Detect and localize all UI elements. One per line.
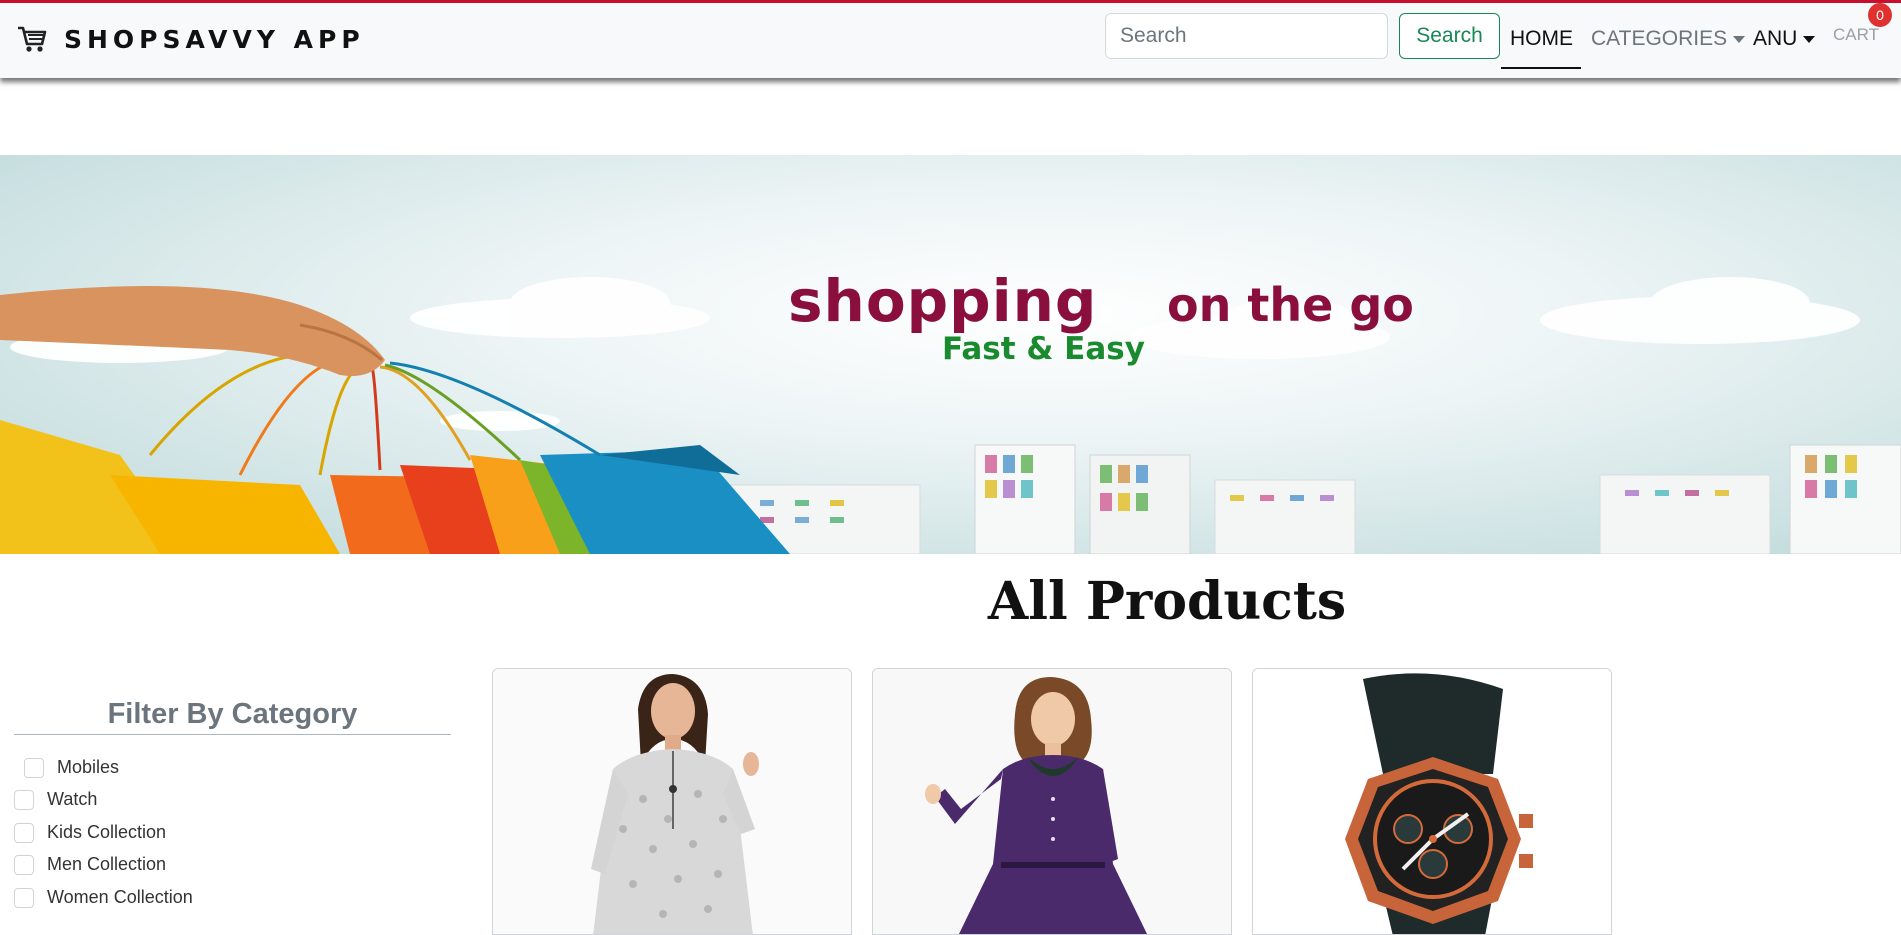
nav-home-link[interactable]: HOME <box>1510 27 1573 51</box>
nav-categories-dropdown[interactable]: CATEGORIES <box>1591 27 1746 51</box>
brand-name: SHOPSAVVY APP <box>64 24 365 54</box>
product-image-purple-dress <box>873 669 1231 934</box>
banner-subline: Fast & Easy <box>942 331 1145 367</box>
active-nav-indicator <box>1501 67 1581 69</box>
filter-item-label: Mobiles <box>57 757 120 777</box>
nav-cart-link[interactable]: CART <box>1833 25 1879 45</box>
nav-user-label: ANU <box>1753 27 1798 50</box>
banner-headline-rest: on the go <box>1167 278 1414 332</box>
product-image-watch <box>1253 669 1611 934</box>
filter-divider <box>14 734 451 735</box>
nav-categories-label: CATEGORIES <box>1591 27 1728 50</box>
checkbox[interactable] <box>14 789 34 810</box>
products-heading: All Products <box>987 571 1347 632</box>
search-input[interactable] <box>1105 13 1388 59</box>
search-button[interactable]: Search <box>1399 13 1500 59</box>
filter-item-mobiles[interactable]: Mobiles <box>24 757 119 778</box>
brand-link[interactable]: SHOPSAVVY APP <box>16 23 365 55</box>
product-card[interactable] <box>1252 668 1612 935</box>
nav-user-dropdown[interactable]: ANU <box>1753 27 1816 51</box>
checkbox[interactable] <box>14 822 34 843</box>
filter-item-men-collection[interactable]: Men Collection <box>14 854 166 875</box>
cart-count-badge: 0 <box>1868 3 1892 27</box>
navbar: SHOPSAVVY APP Search HOME CATEGORIES ANU… <box>0 0 1901 78</box>
checkbox[interactable] <box>14 854 34 875</box>
product-card[interactable] <box>872 668 1232 935</box>
caret-down-icon <box>1803 35 1816 43</box>
filter-heading: Filter By Category <box>107 698 358 730</box>
shopping-cart-icon <box>18 26 47 52</box>
filter-item-label: Women Collection <box>47 887 193 907</box>
checkbox[interactable] <box>14 887 34 908</box>
banner-headline: shopping <box>788 267 1098 335</box>
filter-item-watch[interactable]: Watch <box>14 789 97 810</box>
product-image-kurti <box>493 669 851 934</box>
caret-down-icon <box>1733 35 1746 43</box>
filter-item-women-collection[interactable]: Women Collection <box>14 887 193 908</box>
filter-item-label: Men Collection <box>47 854 167 874</box>
filter-item-label: Watch <box>47 789 98 809</box>
nav-home-label: HOME <box>1510 27 1573 50</box>
checkbox[interactable] <box>24 757 44 778</box>
hero-banner: shopping on the go Fast & Easy <box>0 155 1901 554</box>
filter-item-label: Kids Collection <box>47 822 167 842</box>
product-card[interactable] <box>492 668 852 935</box>
filter-item-kids-collection[interactable]: Kids Collection <box>14 822 166 843</box>
